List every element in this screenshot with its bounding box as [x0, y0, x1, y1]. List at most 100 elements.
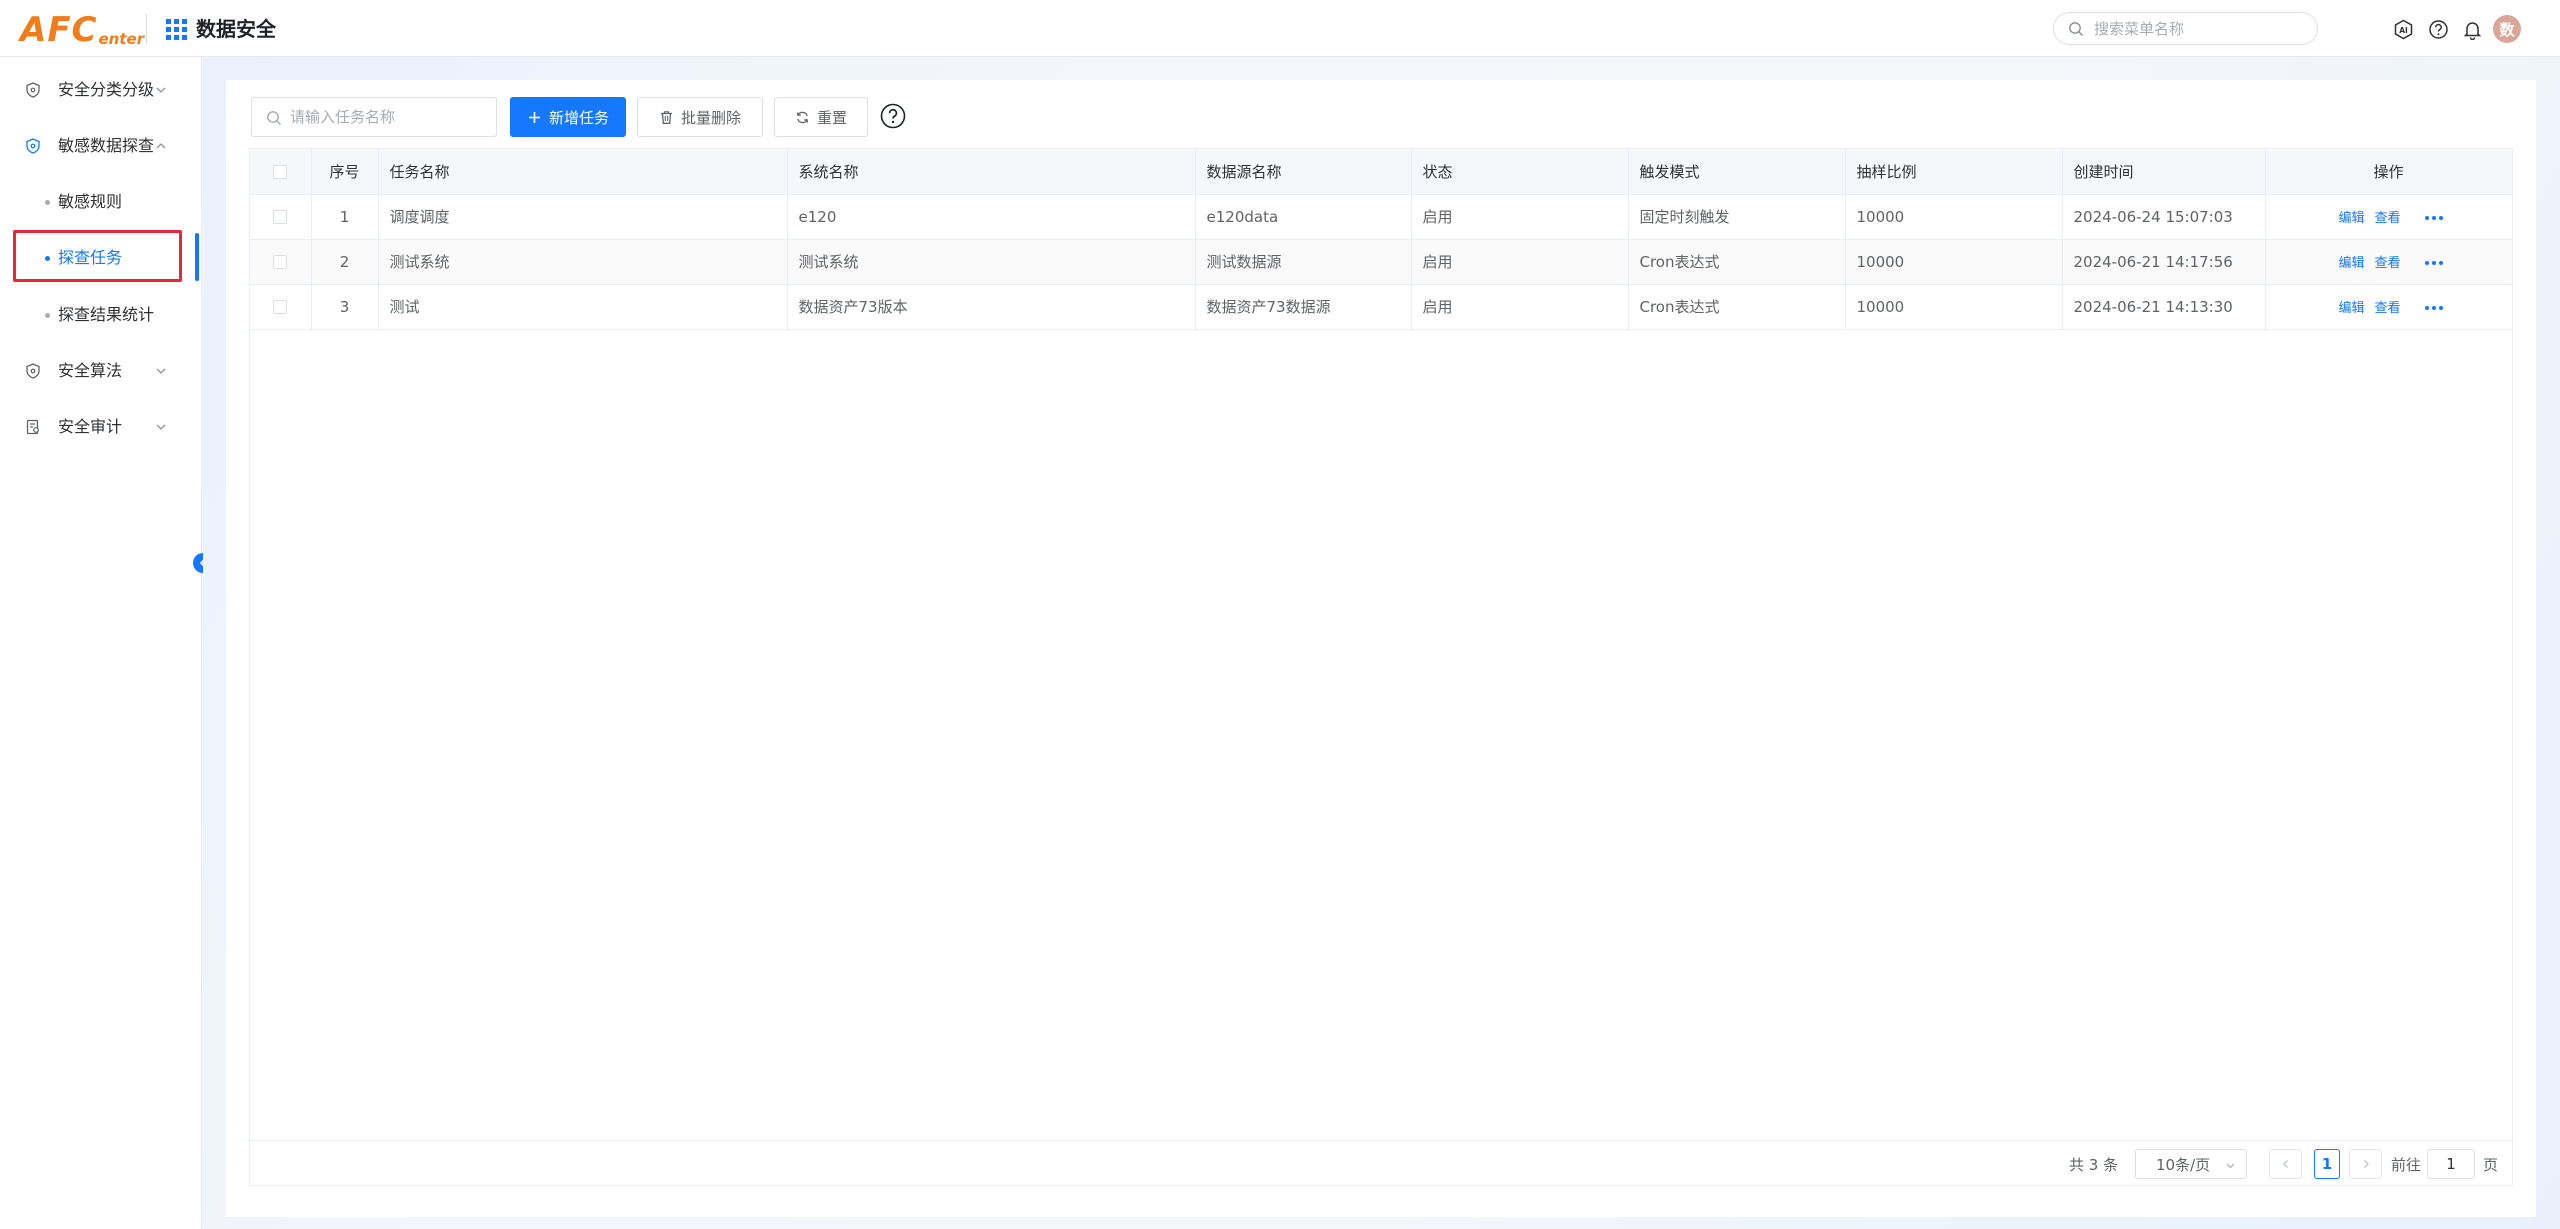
bullet-dot — [45, 256, 50, 261]
created-time-cell: 2024-06-21 14:13:30 — [2062, 284, 2266, 330]
sidebar-subitem-result-statistics[interactable]: 探查结果统计 — [0, 295, 202, 335]
edit-link[interactable]: 编辑 — [2338, 301, 2364, 316]
next-page-button[interactable] — [2349, 1149, 2382, 1179]
chevron-right-icon — [2363, 1160, 2369, 1168]
logo-main-text: AFC — [20, 10, 98, 50]
sidebar-subitem-discovery-tasks[interactable]: 探查任务 — [0, 238, 202, 278]
datasource-name-cell: e120data — [1195, 194, 1412, 240]
prev-page-button[interactable] — [2269, 1149, 2302, 1179]
task-search-box[interactable] — [251, 97, 497, 137]
trigger-mode-cell: Cron表达式 — [1628, 284, 1846, 330]
sidebar-item-label: 安全分类分级 — [58, 80, 155, 99]
afcenter-logo[interactable]: AFC enter — [20, 8, 144, 48]
column-header: 抽样比例 — [1845, 149, 2063, 195]
table-row: 3 测试 数据资产73版本 数据资产73数据源 启用 Cron表达式 10000… — [250, 284, 2513, 330]
row-checkbox[interactable] — [273, 300, 288, 314]
edit-link[interactable]: 编辑 — [2338, 211, 2364, 226]
page-size-select[interactable]: 10条/页 — [2135, 1149, 2247, 1179]
select-all-checkbox[interactable] — [273, 164, 288, 179]
chevron-down-icon — [156, 424, 166, 430]
edit-link[interactable]: 编辑 — [2338, 256, 2364, 271]
actions-cell: 编辑 查看 — [2265, 284, 2513, 330]
sidebar-item-label: 安全审计 — [58, 417, 123, 436]
apps-grid-icon[interactable] — [166, 19, 187, 40]
index-cell: 1 — [311, 194, 379, 240]
page-suffix-label: 页 — [2483, 1156, 2499, 1174]
page-number-current[interactable]: 1 — [2314, 1149, 2340, 1179]
logo-sub-text: enter — [98, 30, 145, 48]
status-cell: 启用 — [1411, 284, 1629, 330]
audit-icon — [26, 419, 39, 435]
row-checkbox[interactable] — [273, 255, 288, 269]
batch-delete-button[interactable]: 批量删除 — [637, 97, 763, 137]
menu-search-box[interactable] — [2053, 12, 2318, 45]
status-cell: 启用 — [1411, 239, 1629, 285]
column-header: 创建时间 — [2062, 149, 2266, 195]
help-circle-icon[interactable] — [880, 103, 906, 129]
sidebar-item-label: 敏感数据探查 — [58, 136, 155, 155]
bell-icon[interactable] — [2462, 19, 2483, 40]
system-name-cell: 数据资产73版本 — [787, 284, 1196, 330]
sidebar — [0, 57, 202, 1229]
search-icon — [267, 111, 281, 125]
trigger-mode-cell: Cron表达式 — [1628, 239, 1846, 285]
sidebar-item-label: 安全算法 — [58, 361, 123, 380]
refresh-icon — [796, 111, 809, 123]
more-actions-icon[interactable] — [2424, 304, 2444, 312]
task-table: 序号 任务名称 系统名称 数据源名称 状态 触发模式 抽样比例 创建时间 操作 … — [249, 148, 2513, 1186]
row-select-cell[interactable] — [250, 284, 312, 330]
ai-assistant-icon[interactable]: AI — [2393, 19, 2414, 40]
chevron-left-icon — [2282, 1160, 2288, 1168]
column-header: 任务名称 — [378, 149, 788, 195]
row-select-cell[interactable] — [250, 194, 312, 240]
column-header: 数据源名称 — [1195, 149, 1412, 195]
more-actions-icon[interactable] — [2424, 214, 2444, 222]
select-all-cell[interactable] — [250, 149, 312, 195]
column-header: 触发模式 — [1628, 149, 1846, 195]
bullet-dot — [45, 313, 50, 318]
task-name-search-input[interactable] — [290, 106, 485, 128]
index-cell: 3 — [311, 284, 379, 330]
sidebar-item-security-algorithm[interactable]: 安全算法 — [0, 351, 202, 391]
actions-cell: 编辑 查看 — [2265, 239, 2513, 285]
add-task-button[interactable]: 新增任务 — [510, 97, 626, 137]
created-time-cell: 2024-06-21 14:17:56 — [2062, 239, 2266, 285]
shield-icon — [26, 363, 40, 379]
system-name-cell: 测试系统 — [787, 239, 1196, 285]
sidebar-item-classification[interactable]: 安全分类分级 — [0, 70, 202, 110]
help-icon[interactable] — [2428, 19, 2449, 40]
active-indicator-bar — [195, 233, 199, 281]
view-link[interactable]: 查看 — [2375, 211, 2401, 226]
task-name-cell: 调度调度 — [378, 194, 788, 240]
view-link[interactable]: 查看 — [2375, 301, 2401, 316]
user-avatar[interactable]: 数 — [2493, 15, 2521, 43]
sample-ratio-cell: 10000 — [1845, 239, 2063, 285]
svg-text:AI: AI — [2399, 26, 2408, 35]
sidebar-item-sensitive-discovery[interactable]: 敏感数据探查 — [0, 126, 202, 166]
goto-page-input[interactable] — [2427, 1149, 2475, 1179]
chevron-up-icon — [156, 143, 166, 149]
sidebar-item-label: 探查任务 — [58, 248, 123, 267]
index-cell: 2 — [311, 239, 379, 285]
sidebar-subitem-sensitive-rules[interactable]: 敏感规则 — [0, 182, 202, 222]
chevron-down-icon — [156, 87, 166, 93]
sidebar-item-security-audit[interactable]: 安全审计 — [0, 407, 202, 447]
more-actions-icon[interactable] — [2424, 259, 2444, 267]
table-row: 2 测试系统 测试系统 测试数据源 启用 Cron表达式 10000 2024-… — [250, 239, 2513, 285]
chevron-down-icon — [2226, 1163, 2235, 1169]
column-header: 操作 — [2265, 149, 2513, 195]
system-name-cell: e120 — [787, 194, 1196, 240]
shield-icon — [26, 138, 40, 154]
menu-search-input[interactable] — [2094, 18, 2304, 40]
chevron-down-icon — [156, 368, 166, 374]
view-link[interactable]: 查看 — [2375, 256, 2401, 271]
add-task-label: 新增任务 — [548, 108, 609, 127]
row-checkbox[interactable] — [273, 210, 288, 224]
table-row: 1 调度调度 e120 e120data 启用 固定时刻触发 10000 202… — [250, 194, 2513, 240]
reset-button[interactable]: 重置 — [774, 97, 868, 137]
top-header: AFC enter 数据安全 AI 数 — [0, 0, 2560, 57]
datasource-name-cell: 测试数据源 — [1195, 239, 1412, 285]
row-select-cell[interactable] — [250, 239, 312, 285]
task-name-cell: 测试系统 — [378, 239, 788, 285]
column-header: 状态 — [1411, 149, 1629, 195]
